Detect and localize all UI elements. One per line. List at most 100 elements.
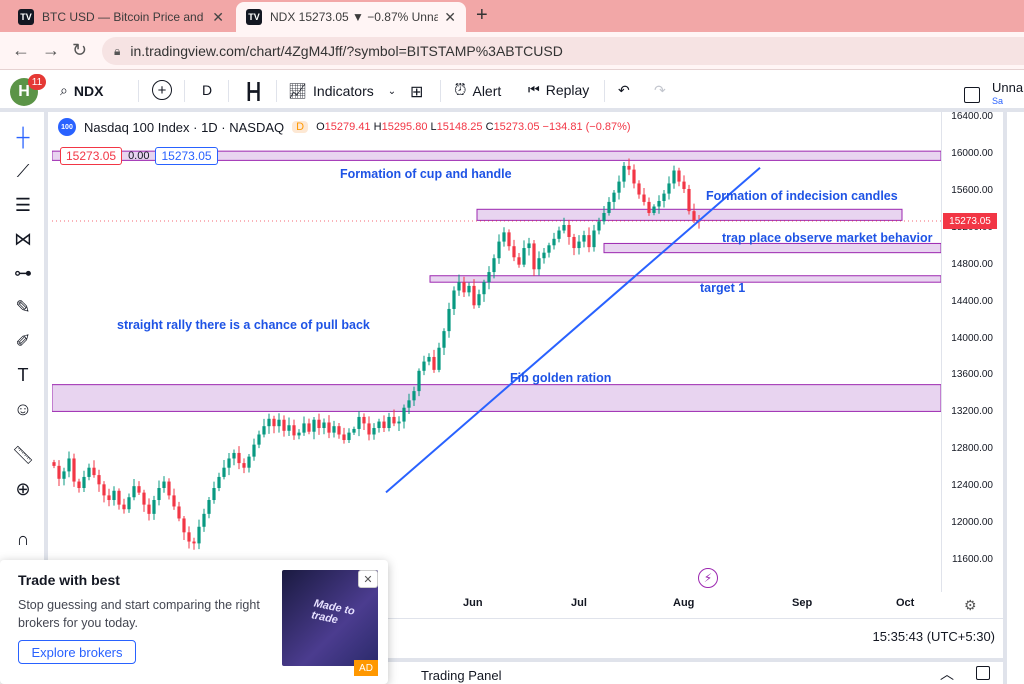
browser-tab-ndx[interactable]: TV NDX 15273.05 ▼ −0.87% Unname ✕ xyxy=(236,2,466,32)
candle-body xyxy=(182,518,186,533)
browser-tab-btc[interactable]: TV BTC USD — Bitcoin Price and Cha ✕ xyxy=(8,2,234,32)
site-info-icon[interactable]: 🔒︎ xyxy=(114,44,120,59)
settings-gear-icon[interactable]: ⚙ xyxy=(964,597,977,614)
explore-brokers-button[interactable]: Explore brokers xyxy=(18,640,136,664)
candle-body xyxy=(447,308,451,332)
candle-body xyxy=(197,526,201,544)
annotation-indecision[interactable]: Formation of indecision candles xyxy=(706,189,898,203)
chevron-up-icon[interactable]: ︿ xyxy=(940,664,954,684)
annotation-trap[interactable]: trap place observe market behavior xyxy=(722,231,933,245)
layouts-button[interactable]: ⊞ xyxy=(410,82,423,102)
candle-body xyxy=(112,490,116,501)
back-arrow-icon[interactable]: ← xyxy=(12,40,30,61)
trading-panel-bar[interactable]: Trading Panel ︿ xyxy=(388,658,1003,684)
candle-body xyxy=(107,495,111,501)
candlestick-chart[interactable] xyxy=(52,112,941,592)
annotation-rally[interactable]: straight rally there is a chance of pull… xyxy=(117,318,370,332)
candle-body xyxy=(572,236,576,249)
symbol-search-button[interactable]: ⌕ NDX xyxy=(60,82,103,99)
price-tick: 14800.00 xyxy=(951,258,993,270)
trend-line-icon[interactable]: ⟋ xyxy=(10,158,36,184)
close-icon[interactable]: ✕ xyxy=(358,570,378,588)
candle-body xyxy=(682,181,686,189)
ruler-icon[interactable]: 📏︎ xyxy=(10,442,36,468)
candle-body xyxy=(477,294,481,306)
drawing-toolbar: ┼ ⟋ ☰ ⋈ ⊶ ✎ ✐ T ☺ 📏︎ ⊕ ∩ xyxy=(0,112,48,562)
candle-body xyxy=(222,467,226,477)
crosshair-icon[interactable]: ┼ xyxy=(10,124,36,150)
candle-body xyxy=(122,504,126,510)
candle-body xyxy=(672,170,676,184)
candle-body xyxy=(62,471,66,479)
reload-icon[interactable]: ↻ xyxy=(72,40,87,61)
sell-price-button[interactable]: 15273.05 xyxy=(60,147,123,165)
pen-icon[interactable]: ✐ xyxy=(10,328,36,354)
price-tick: 14000.00 xyxy=(951,332,993,344)
chart-pane[interactable] xyxy=(52,112,941,592)
buy-price-button[interactable]: 15273.05 xyxy=(155,147,218,165)
horizontal-zone[interactable] xyxy=(52,384,941,412)
horizontal-zone[interactable] xyxy=(429,275,941,283)
layout-name-button[interactable]: Unna Sa xyxy=(964,81,1023,107)
low-value: 15148.25 xyxy=(436,121,483,133)
emoji-icon[interactable]: ☺ xyxy=(10,396,36,422)
candle-body xyxy=(407,400,411,408)
annotation-cup-handle[interactable]: Formation of cup and handle xyxy=(340,167,512,181)
market-status-badge[interactable]: D xyxy=(292,121,309,133)
fib-retracement-icon[interactable]: ☰ xyxy=(10,192,36,218)
candle-body xyxy=(542,252,546,259)
annotation-fib[interactable]: Fib golden ration xyxy=(510,371,611,385)
candle-body xyxy=(237,452,241,464)
brush-icon[interactable]: ✎ xyxy=(10,294,36,320)
divider xyxy=(138,80,139,102)
replay-button[interactable]: ⏮︎ Replay xyxy=(528,82,589,98)
compare-plus-button[interactable]: + xyxy=(152,80,172,100)
candle-body xyxy=(687,188,691,212)
price-tick: 15600.00 xyxy=(951,184,993,196)
annotation-target[interactable]: target 1 xyxy=(700,281,745,295)
close-icon[interactable]: ✕ xyxy=(212,9,224,26)
candle-body xyxy=(382,421,386,429)
candle-body xyxy=(647,201,651,213)
chart-type-button[interactable]: ┣┫ xyxy=(244,82,263,102)
zoom-in-icon[interactable]: ⊕ xyxy=(10,476,36,502)
candle-body xyxy=(557,230,561,239)
candle-body xyxy=(567,224,571,237)
close-icon[interactable]: ✕ xyxy=(444,9,456,26)
alert-button[interactable]: ⏰︎ Alert xyxy=(454,82,501,100)
event-lightning-icon[interactable]: ⚡︎ xyxy=(698,568,718,588)
price-axis[interactable]: 16400.0016000.0015600.0015200.0014800.00… xyxy=(941,111,1003,592)
indicators-button[interactable]: 📈︎ Indicators ⌄ xyxy=(288,82,396,100)
candle-body xyxy=(312,419,316,432)
candle-body xyxy=(462,282,466,293)
candle-body xyxy=(282,419,286,431)
ad-badge: AD xyxy=(354,660,378,676)
symbol-logo-icon: 100 xyxy=(58,118,76,136)
time-tick: Oct xyxy=(896,597,915,609)
maximize-icon[interactable] xyxy=(976,666,990,680)
candle-body xyxy=(432,356,436,370)
text-icon[interactable]: T xyxy=(10,362,36,388)
indicators-label: Indicators xyxy=(313,83,374,99)
candle-body xyxy=(532,243,536,270)
ad-title: Trade with best xyxy=(18,572,120,588)
indicators-chart-icon: 📈︎ xyxy=(288,83,308,100)
candle-body xyxy=(497,241,501,259)
url-input[interactable]: 🔒︎ in.tradingview.com/chart/4ZgM4Jff/?sy… xyxy=(102,37,1024,65)
undo-button[interactable]: ↶ xyxy=(618,82,630,99)
candle-body xyxy=(562,224,566,231)
new-tab-plus-icon[interactable]: + xyxy=(476,4,488,27)
chart-top-toolbar: H 11 ⌕ NDX + D ┣┫ 📈︎ Indicators ⌄ ⊞ ⏰︎ A… xyxy=(0,70,1024,112)
candle-body xyxy=(317,419,321,429)
interval-button[interactable]: D xyxy=(202,82,212,98)
prediction-icon[interactable]: ⊶ xyxy=(10,260,36,286)
forward-arrow-icon[interactable]: → xyxy=(42,40,60,61)
chevron-down-icon[interactable]: ⌄ xyxy=(388,86,396,97)
change-value: −134.81 (−0.87%) xyxy=(542,121,631,133)
symbol-title[interactable]: Nasdaq 100 Index · 1D · NASDAQ xyxy=(84,120,284,135)
order-price-boxes: 15273.05 0.00 15273.05 xyxy=(60,147,218,165)
pattern-icon[interactable]: ⋈ xyxy=(10,226,36,252)
redo-button[interactable]: ↷ xyxy=(654,82,666,99)
magnet-icon[interactable]: ∩ xyxy=(10,526,36,552)
clock-timezone[interactable]: 15:35:43 (UTC+5:30) xyxy=(873,629,995,644)
